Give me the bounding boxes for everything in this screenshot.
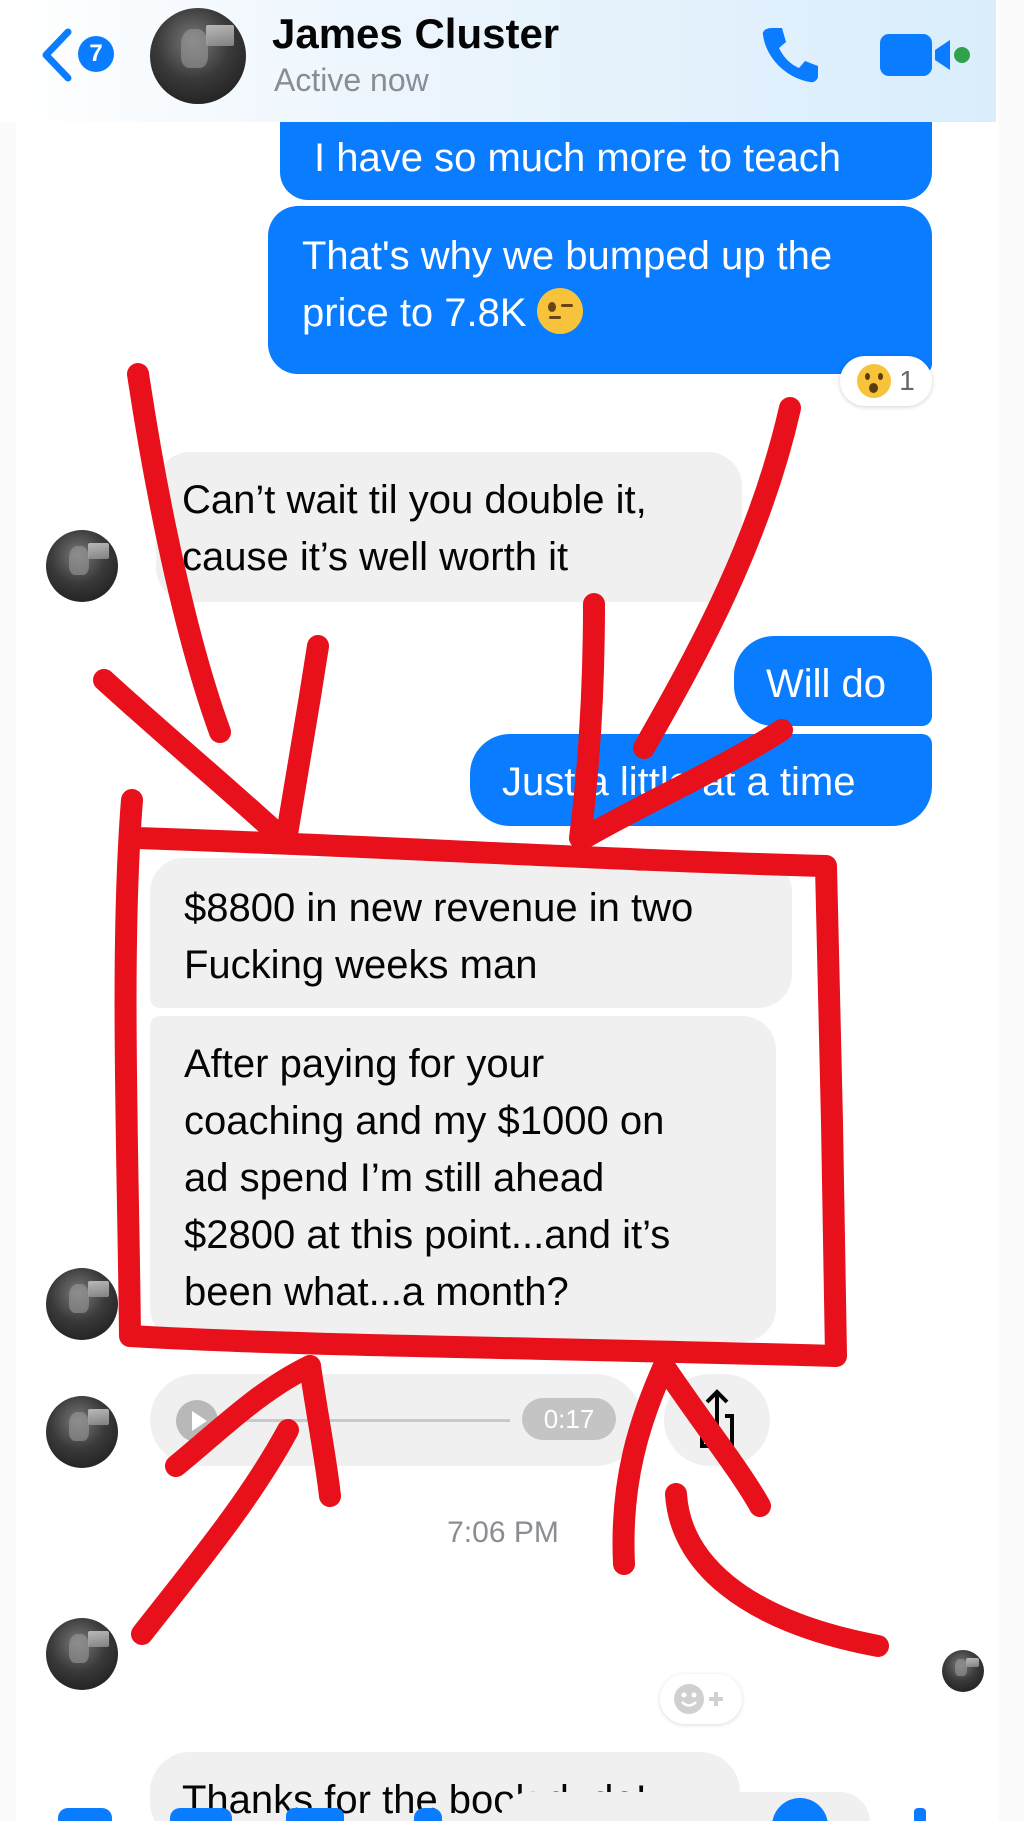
outgoing-message[interactable]: Will do <box>734 636 932 726</box>
wink-emoji-icon <box>536 288 583 334</box>
message-reaction[interactable]: 1 <box>840 356 932 406</box>
incoming-message[interactable]: $8800 in new revenue in two Fucking week… <box>150 858 792 1008</box>
add-reaction-button[interactable] <box>660 1674 742 1724</box>
play-icon[interactable] <box>176 1400 218 1442</box>
message-timestamp: 7:06 PM <box>447 1516 559 1549</box>
emoji-icon[interactable] <box>772 1798 828 1821</box>
outgoing-message[interactable]: That's why we bumped up the price to 7.8… <box>268 206 932 374</box>
active-status-dot <box>954 47 970 63</box>
voice-message[interactable]: 0:17 <box>150 1374 642 1466</box>
gallery-icon[interactable] <box>286 1808 344 1821</box>
annotation-arrow <box>275 635 329 851</box>
annotation-arrow <box>93 669 293 849</box>
audio-duration: 0:17 <box>522 1398 616 1440</box>
audio-progress-track[interactable] <box>234 1419 510 1422</box>
add-reaction-icon <box>674 1684 723 1714</box>
sender-avatar[interactable] <box>46 1618 118 1690</box>
reaction-count: 1 <box>899 365 915 396</box>
outgoing-message[interactable]: Just a little at a time <box>470 734 932 826</box>
incoming-message[interactable]: After paying for your coaching and my $1… <box>150 1016 776 1342</box>
camera-icon[interactable] <box>170 1808 232 1821</box>
video-camera-icon[interactable] <box>880 28 970 84</box>
sender-avatar[interactable] <box>46 1396 118 1468</box>
like-icon[interactable] <box>914 1808 926 1821</box>
seen-receipt-avatar <box>942 1650 984 1692</box>
incoming-message[interactable]: Can’t wait til you double it, cause it’s… <box>156 452 742 602</box>
message-input[interactable] <box>500 1792 870 1821</box>
microphone-icon[interactable] <box>414 1808 442 1821</box>
sender-avatar[interactable] <box>46 530 118 602</box>
contact-avatar[interactable] <box>150 8 246 104</box>
unread-badge[interactable]: 7 <box>78 36 114 72</box>
share-button[interactable] <box>664 1374 770 1466</box>
more-actions-icon[interactable] <box>58 1808 112 1821</box>
sender-avatar[interactable] <box>46 1268 118 1340</box>
contact-status: Active now <box>274 62 429 98</box>
conversation-header: 7 James Cluster Active now <box>0 0 996 122</box>
phone-icon[interactable] <box>754 20 824 90</box>
messenger-conversation: 7 James Cluster Active now I have so muc… <box>0 0 1024 1821</box>
contact-name[interactable]: James Cluster <box>272 10 559 58</box>
share-icon <box>700 1389 734 1448</box>
surprised-emoji-icon <box>857 364 892 398</box>
outgoing-message[interactable]: I have so much more to teach <box>280 122 932 200</box>
